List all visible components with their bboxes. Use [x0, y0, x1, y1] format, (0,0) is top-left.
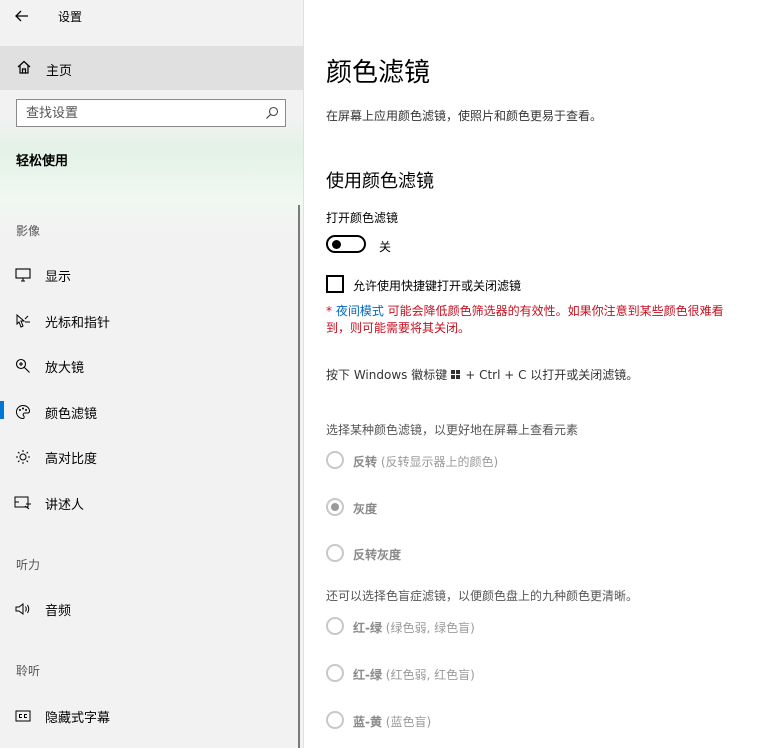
night-mode-warning: * 夜间模式 可能会降低颜色筛选器的有效性。如果你注意到某些颜色很难看到，则可能…: [326, 303, 746, 337]
radio-protanopia-label[interactable]: 红-绿 (红色弱, 红色盲): [353, 666, 475, 683]
radio-label-text: 红-绿: [353, 621, 382, 635]
radio-protanopia[interactable]: [326, 664, 344, 682]
radio-label-text: 反转: [353, 455, 378, 469]
pointer-icon: [14, 312, 32, 330]
monitor-icon: [14, 266, 32, 284]
toggle-knob: [332, 240, 341, 249]
radio-deuteranopia-label[interactable]: 红-绿 (绿色弱, 绿色盲): [353, 619, 475, 636]
radio-grayscale[interactable]: [326, 498, 344, 516]
colorblind-filter-label: 还可以选择色盲症滤镜，以便颜色盘上的九种颜色更清晰。: [326, 589, 639, 603]
home-icon: [17, 60, 31, 74]
night-mode-link[interactable]: 夜间模式: [336, 304, 384, 318]
radio-label-detail: (蓝色盲): [381, 715, 432, 729]
sidebar-item-high-contrast[interactable]: 高对比度: [0, 438, 303, 474]
search-input[interactable]: [17, 100, 266, 126]
sidebar-item-label: 颜色滤镜: [45, 407, 98, 422]
radio-label-text: 反转灰度: [353, 548, 402, 562]
group-label-listening: 聆听: [16, 664, 41, 678]
sidebar-item-magnifier[interactable]: 放大镜: [0, 347, 303, 383]
search-box[interactable]: [16, 99, 286, 127]
hint-after: + Ctrl + C 以打开或关闭滤镜。: [465, 368, 639, 382]
sidebar-item-captions[interactable]: 隐藏式字幕: [0, 697, 303, 733]
hint-before: 按下 Windows 徽标键: [326, 368, 448, 382]
sidebar: 设置 主页 轻松使用 影像 显示 光标和指针 放大镜 颜色滤镜 高对比度 讲述人…: [0, 0, 304, 748]
sidebar-item-label: 音频: [45, 604, 72, 619]
page-title: 颜色滤镜: [326, 58, 431, 88]
narrator-icon: [14, 494, 32, 512]
radio-tritanopia-label[interactable]: 蓝-黄 (蓝色盲): [353, 713, 431, 730]
radio-grayscale-label[interactable]: 灰度: [353, 500, 377, 517]
sidebar-item-label: 隐藏式字幕: [45, 711, 111, 726]
back-button[interactable]: [8, 4, 36, 28]
color-filter-toggle[interactable]: [326, 235, 366, 253]
sidebar-scrollbar[interactable]: [298, 205, 300, 748]
sidebar-item-label: 讲述人: [45, 498, 85, 513]
radio-label-detail: (反转显示器上的颜色): [377, 455, 499, 469]
radio-invert-grayscale-label[interactable]: 反转灰度: [353, 546, 401, 563]
toggle-state-label: 关: [379, 240, 392, 254]
shortcut-hint: 按下 Windows 徽标键 + Ctrl + C 以打开或关闭滤镜。: [326, 366, 638, 383]
captions-icon: [14, 707, 32, 725]
sidebar-item-cursor[interactable]: 光标和指针: [0, 302, 303, 338]
group-label-vision: 影像: [16, 224, 41, 238]
radio-label-text: 灰度: [353, 502, 378, 516]
sidebar-item-label: 显示: [45, 270, 72, 285]
radio-invert-grayscale[interactable]: [326, 544, 344, 562]
sidebar-item-label: 光标和指针: [45, 316, 111, 331]
contrast-sun-icon: [14, 448, 32, 466]
main-content: 颜色滤镜 在屏幕上应用颜色滤镜，使照片和颜色更易于查看。 使用颜色滤镜 打开颜色…: [304, 0, 763, 748]
radio-label-text: 红-绿: [353, 668, 382, 682]
app-title: 设置: [58, 10, 83, 24]
toggle-caption: 打开颜色滤镜: [326, 211, 399, 225]
warning-prefix: *: [326, 304, 336, 318]
radio-invert-label[interactable]: 反转 (反转显示器上的颜色): [353, 453, 498, 470]
warning-text: 可能会降低颜色筛选器的有效性。如果你注意到某些颜色很难看到，则可能需要将其关闭。: [326, 304, 724, 335]
back-arrow-icon: [15, 10, 28, 22]
radio-label-text: 蓝-黄: [353, 715, 382, 729]
sidebar-item-label: 放大镜: [45, 361, 85, 376]
choose-filter-label: 选择某种颜色滤镜，以更好地在屏幕上查看元素: [326, 423, 579, 437]
magnifier-icon: [14, 357, 32, 375]
active-indicator: [0, 401, 4, 419]
section-subtitle: 使用颜色滤镜: [326, 171, 434, 192]
radio-label-detail: (红色弱, 红色盲): [381, 668, 475, 682]
page-description: 在屏幕上应用颜色滤镜，使照片和颜色更易于查看。: [326, 109, 603, 123]
radio-label-detail: (绿色弱, 绿色盲): [381, 621, 475, 635]
search-icon[interactable]: [265, 106, 279, 120]
shortcut-checkbox-label[interactable]: 允许使用快捷键打开或关闭滤镜: [353, 277, 521, 294]
sidebar-item-label: 高对比度: [45, 452, 98, 467]
radio-invert[interactable]: [326, 451, 344, 469]
sidebar-item-color-filters[interactable]: 颜色滤镜: [0, 393, 303, 429]
section-title: 轻松使用: [16, 154, 69, 169]
home-label: 主页: [46, 64, 73, 79]
sidebar-item-display[interactable]: 显示: [0, 256, 303, 292]
sidebar-item-home[interactable]: 主页: [0, 46, 303, 90]
windows-logo-icon: [451, 369, 461, 380]
sidebar-item-audio[interactable]: 音频: [0, 590, 303, 626]
radio-tritanopia[interactable]: [326, 711, 344, 729]
shortcut-checkbox[interactable]: [326, 275, 344, 293]
title-bar: 设置: [0, 0, 303, 32]
group-label-hearing: 听力: [16, 558, 41, 572]
speaker-icon: [14, 600, 32, 618]
sidebar-item-narrator[interactable]: 讲述人: [0, 484, 303, 520]
palette-icon: [14, 403, 32, 421]
radio-deuteranopia[interactable]: [326, 617, 344, 635]
